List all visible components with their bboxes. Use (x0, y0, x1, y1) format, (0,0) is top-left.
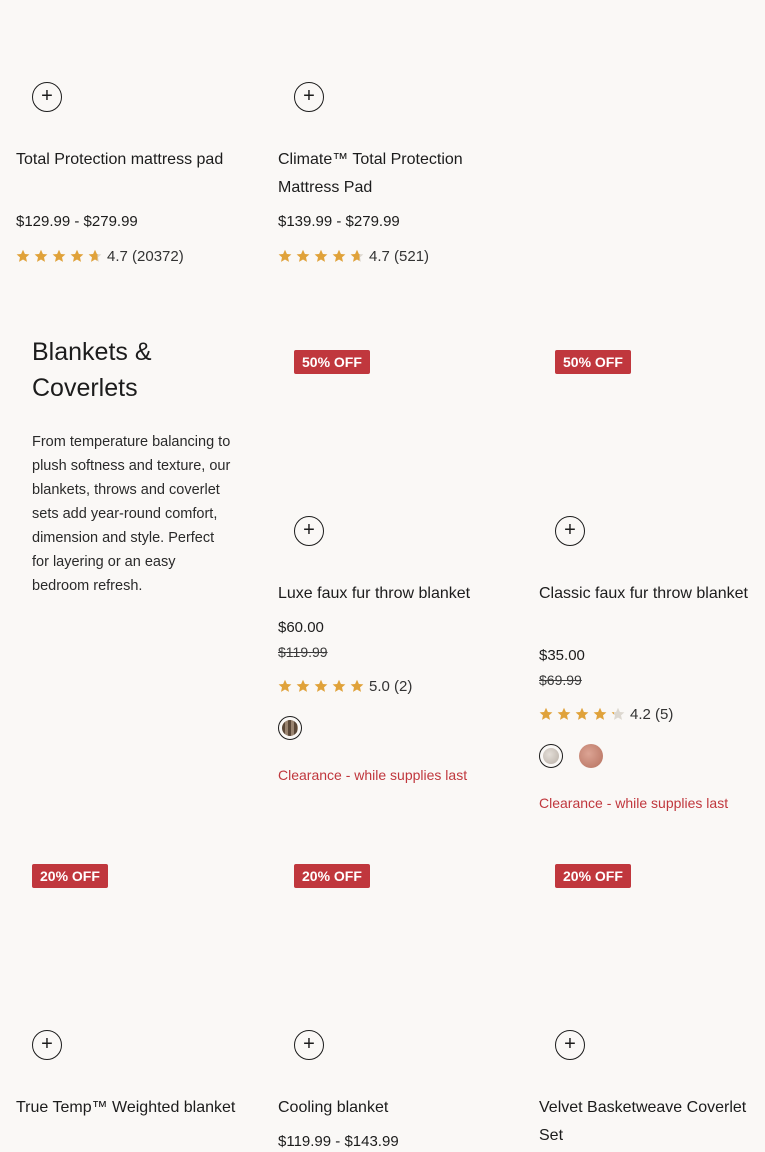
star-icon (575, 707, 589, 720)
section-title: Blankets & Coverlets (32, 338, 152, 402)
discount-badge: 20% OFF (555, 864, 631, 888)
add-to-cart-button[interactable]: + (555, 516, 585, 546)
discount-badge: 20% OFF (32, 864, 108, 888)
star-icon (16, 249, 30, 262)
product-rating: 5.0 (2) (278, 676, 412, 696)
plus-icon: + (303, 519, 315, 541)
star-icon (593, 707, 607, 720)
star-rating (539, 707, 625, 721)
rating-text: 4.7 (521) (369, 247, 430, 265)
star-icon (350, 679, 364, 692)
product-title[interactable]: Climate™ Total Protection Mattress Pad (278, 146, 503, 202)
star-rating (278, 249, 364, 263)
section-description: From temperature balancing to plush soft… (32, 434, 231, 594)
star-icon (70, 249, 84, 262)
original-price: $69.99 (539, 672, 582, 688)
star-icon (332, 679, 346, 692)
clearance-note: Clearance - while supplies last (539, 795, 729, 811)
plus-icon: + (41, 85, 53, 107)
product-title[interactable]: Total Protection mattress pad (16, 146, 241, 174)
plus-icon: + (564, 519, 576, 541)
star-icon (52, 249, 66, 262)
add-to-cart-button[interactable]: + (32, 82, 62, 112)
discount-badge: 50% OFF (294, 350, 370, 374)
product-rating: 4.7 (521) (278, 246, 429, 266)
star-icon (88, 249, 102, 262)
add-to-cart-button[interactable]: + (294, 516, 324, 546)
plus-icon: + (303, 1033, 315, 1055)
star-rating (16, 249, 102, 263)
star-icon (296, 249, 310, 262)
star-icon (296, 679, 310, 692)
product-price: $35.00 (539, 647, 585, 664)
rating-text: 4.7 (20372) (107, 247, 184, 265)
star-icon (332, 249, 346, 262)
product-price: $129.99 - $279.99 (16, 213, 138, 230)
product-title[interactable]: True Temp™ Weighted blanket (16, 1094, 241, 1122)
product-title[interactable]: Cooling blanket (278, 1094, 503, 1122)
color-swatch[interactable] (539, 744, 563, 768)
product-price: $60.00 (278, 619, 324, 636)
product-title[interactable]: Classic faux fur throw blanket (539, 580, 764, 608)
color-swatch[interactable] (579, 744, 603, 768)
star-icon (611, 707, 625, 720)
star-icon (539, 707, 553, 720)
clearance-note: Clearance - while supplies last (278, 767, 468, 783)
product-title[interactable]: Velvet Basketweave Coverlet Set (539, 1094, 764, 1150)
product-title[interactable]: Luxe faux fur throw blanket (278, 580, 503, 608)
product-price: $139.99 - $279.99 (278, 213, 400, 230)
add-to-cart-button[interactable]: + (555, 1030, 585, 1060)
color-swatch[interactable] (278, 716, 302, 740)
star-icon (34, 249, 48, 262)
add-to-cart-button[interactable]: + (32, 1030, 62, 1060)
rating-text: 4.2 (5) (630, 705, 674, 723)
original-price: $119.99 (278, 644, 328, 660)
star-icon (314, 679, 328, 692)
star-icon (278, 249, 292, 262)
add-to-cart-button[interactable]: + (294, 1030, 324, 1060)
star-icon (557, 707, 571, 720)
rating-text: 5.0 (2) (369, 677, 413, 695)
discount-badge: 20% OFF (294, 864, 370, 888)
plus-icon: + (41, 1033, 53, 1055)
plus-icon: + (303, 85, 315, 107)
star-icon (314, 249, 328, 262)
star-icon (278, 679, 292, 692)
product-price: $119.99 - $143.99 (278, 1133, 399, 1150)
plus-icon: + (564, 1033, 576, 1055)
add-to-cart-button[interactable]: + (294, 82, 324, 112)
discount-badge: 50% OFF (555, 350, 631, 374)
product-rating: 4.2 (5) (539, 704, 673, 724)
star-icon (350, 249, 364, 262)
star-rating (278, 679, 364, 693)
product-rating: 4.7 (20372) (16, 246, 184, 266)
